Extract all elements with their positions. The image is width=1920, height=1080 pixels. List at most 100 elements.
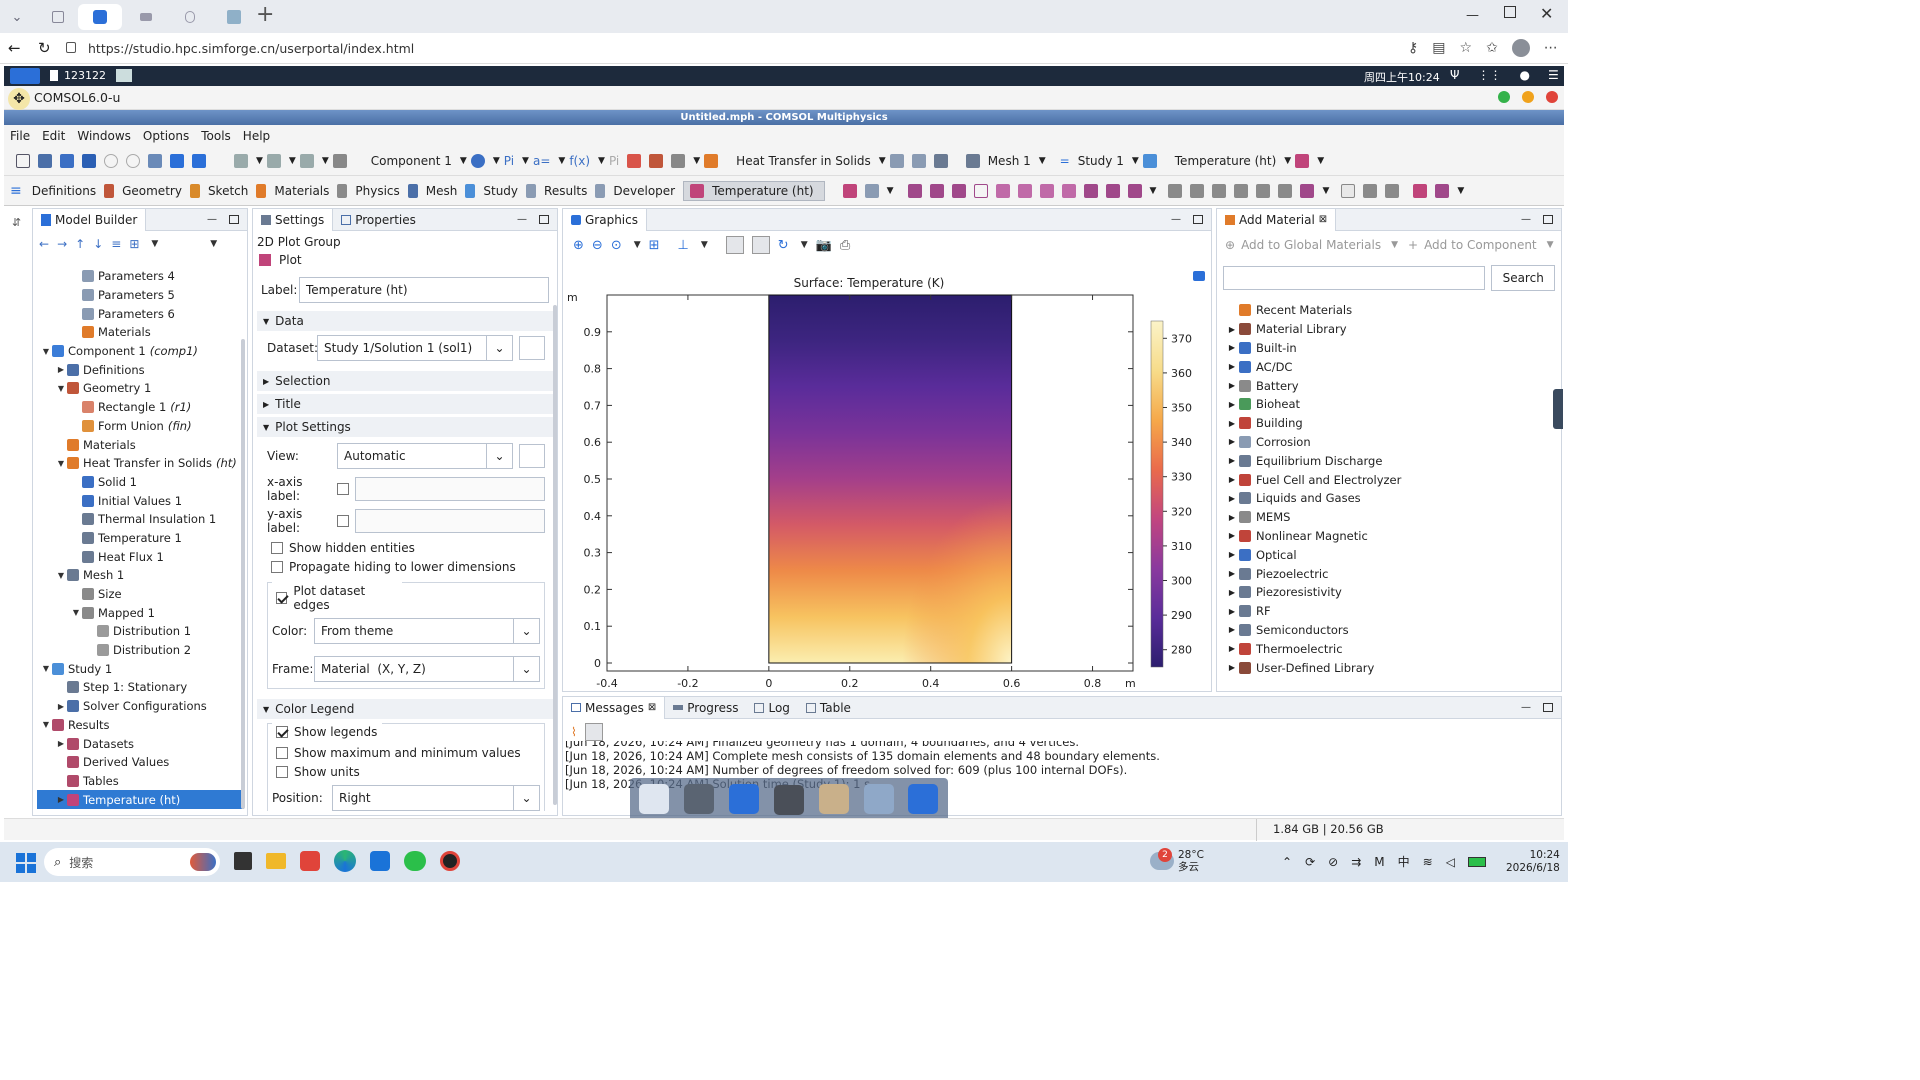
section-color-legend[interactable]: ▼ Color Legend <box>257 699 553 719</box>
contour-icon[interactable] <box>973 183 988 198</box>
open-icon[interactable] <box>38 153 52 168</box>
clear-icon[interactable]: ⌇ <box>571 725 577 739</box>
edge-icon[interactable] <box>334 850 356 872</box>
streamline-icon[interactable] <box>1017 183 1032 198</box>
minimize-icon[interactable]: — <box>1466 8 1479 23</box>
window-thumb-icon[interactable] <box>116 69 132 82</box>
tree-item[interactable]: Size <box>37 585 244 604</box>
ribbon-study[interactable]: Study <box>483 184 518 198</box>
dataset-select[interactable]: Study 1/Solution 1 (sol1) ⌄ <box>317 335 513 361</box>
material-library-item[interactable]: ▶ Thermoelectric <box>1225 639 1561 658</box>
ime-indicator[interactable]: 中 <box>1398 853 1410 870</box>
tree-collapse-icon[interactable]: ⊞ <box>129 237 139 251</box>
collapse-icon[interactable]: ▼ <box>55 571 67 580</box>
plot-icon[interactable] <box>1295 153 1310 168</box>
tree-item[interactable]: Materials <box>37 435 244 454</box>
open-folder-icon[interactable] <box>60 153 74 168</box>
sync-icon[interactable]: ⟳ <box>1305 855 1315 869</box>
domain-icon[interactable] <box>889 153 904 168</box>
expand-icon[interactable]: ▶ <box>1225 343 1239 352</box>
component-dropdown[interactable]: Component 1 <box>371 154 452 168</box>
new-file-icon[interactable] <box>16 153 30 168</box>
axis-toggle-icon[interactable] <box>751 236 770 254</box>
add-component-button[interactable]: Add to Component <box>1424 238 1537 252</box>
line-icon[interactable] <box>951 183 966 198</box>
expand-icon[interactable]: ▶ <box>1225 456 1239 465</box>
restore-icon[interactable] <box>1504 6 1516 18</box>
ribbon-menu-icon[interactable]: ≡ <box>10 183 22 199</box>
plot-dropdown[interactable]: Temperature (ht) <box>1175 154 1277 168</box>
fx-icon[interactable]: f(x) <box>569 154 590 168</box>
material-minimize-icon[interactable]: — <box>1521 214 1531 225</box>
tree-up-icon[interactable]: ↑ <box>75 237 85 251</box>
save-icon[interactable] <box>82 153 96 168</box>
section-selection[interactable]: ▶ Selection <box>257 371 553 391</box>
ribbon-sketch[interactable]: Sketch <box>208 184 248 198</box>
material-appearance-icon[interactable] <box>1256 183 1271 198</box>
dataset-goto-button[interactable] <box>519 336 545 360</box>
material-library-item[interactable]: ▶ User-Defined Library <box>1225 658 1561 677</box>
tree-item[interactable]: Rectangle 1 (r1) <box>37 398 244 417</box>
tree-options-icon[interactable]: ▼ <box>210 239 217 249</box>
new-tab-button[interactable]: + <box>256 2 274 27</box>
tab-settings[interactable]: Settings <box>253 208 334 231</box>
translation-icon[interactable] <box>1278 183 1293 198</box>
tray-app-icon[interactable]: ⇉ <box>1351 855 1361 869</box>
pi-icon[interactable]: Pi <box>504 154 514 168</box>
expand-icon[interactable]: ▶ <box>1225 437 1239 446</box>
deformation-icon[interactable] <box>1168 183 1183 198</box>
position-select[interactable]: Right ⌄ <box>332 785 540 811</box>
material-library-item[interactable]: ▶ Building <box>1225 414 1561 433</box>
panel-minimize-icon[interactable]: — <box>207 214 217 225</box>
plot-edges-checkbox[interactable] <box>276 592 288 604</box>
material-library-item[interactable]: ▶ Built-in <box>1225 339 1561 358</box>
zoom-box-icon[interactable]: ⊙ <box>611 238 622 253</box>
view-goto-button[interactable] <box>519 444 545 468</box>
user-icon[interactable]: ● <box>1519 68 1529 82</box>
material-library-item[interactable]: ▶ Fuel Cell and Electrolyzer <box>1225 470 1561 489</box>
tree-item[interactable]: Solid 1 <box>37 473 244 492</box>
tree-item[interactable]: Parameters 5 <box>37 286 244 305</box>
tree-item[interactable]: Derived Values <box>37 753 244 772</box>
filter-icon[interactable] <box>1190 183 1205 198</box>
expand-icon[interactable]: ▶ <box>55 702 67 711</box>
tree-item[interactable]: ▶ Datasets <box>37 734 244 753</box>
task-view-icon[interactable] <box>234 852 252 870</box>
browser-tab-1[interactable] <box>36 4 80 30</box>
apps-grid-icon[interactable]: ⋮⋮ <box>1477 68 1501 82</box>
material-library-item[interactable]: ▶ Battery <box>1225 376 1561 395</box>
expand-icon[interactable]: ▶ <box>1225 588 1239 597</box>
color-select[interactable]: From theme ⌄ <box>314 618 540 644</box>
layout-icon[interactable] <box>1435 183 1450 198</box>
reload-icon[interactable]: ↻ <box>38 39 51 57</box>
tree-item[interactable]: ▼ Study 1 <box>37 659 244 678</box>
export-icon[interactable] <box>864 183 879 198</box>
more-plots-icon[interactable] <box>1105 183 1120 198</box>
tree-item[interactable]: ▶ Solver Configurations <box>37 697 244 716</box>
taskbar-search[interactable]: ⌕ 搜索 <box>44 848 220 876</box>
plot-button[interactable]: Plot <box>253 249 557 271</box>
weather-info[interactable]: 28°C 多云 <box>1178 849 1204 873</box>
site-info-icon[interactable] <box>66 42 76 53</box>
print-icon[interactable]: ⎙ <box>840 238 850 253</box>
undo-icon[interactable] <box>104 153 118 168</box>
close-tab-icon[interactable]: ⊠ <box>1319 214 1327 225</box>
ribbon-developer[interactable]: Developer <box>613 184 675 198</box>
expand-icon[interactable]: ▶ <box>1225 663 1239 672</box>
show-hidden-checkbox[interactable] <box>271 542 283 554</box>
show-maxmin-checkbox[interactable] <box>276 747 288 759</box>
tree-item[interactable]: ▼ Results <box>37 716 244 735</box>
annotation-icon[interactable] <box>1061 183 1076 198</box>
physics-dropdown[interactable]: Heat Transfer in Solids <box>736 154 871 168</box>
tree-item[interactable]: Thermal Insulation 1 <box>37 510 244 529</box>
collapse-icon[interactable]: ▼ <box>55 384 67 393</box>
tree-item[interactable]: Step 1: Stationary <box>37 678 244 697</box>
ribbon-temperature-tab[interactable]: Temperature (ht) <box>683 180 825 201</box>
xaxis-input[interactable] <box>355 477 545 501</box>
reader-icon[interactable]: ▤ <box>1432 40 1445 56</box>
close-tab-icon[interactable]: ⊠ <box>648 702 656 713</box>
material-library-item[interactable]: ▶ Liquids and Gases <box>1225 489 1561 508</box>
screenshot-icon[interactable]: 📷 <box>816 238 832 253</box>
tab-log[interactable]: Log <box>746 697 797 719</box>
a-equals-icon[interactable]: a= <box>533 154 550 168</box>
